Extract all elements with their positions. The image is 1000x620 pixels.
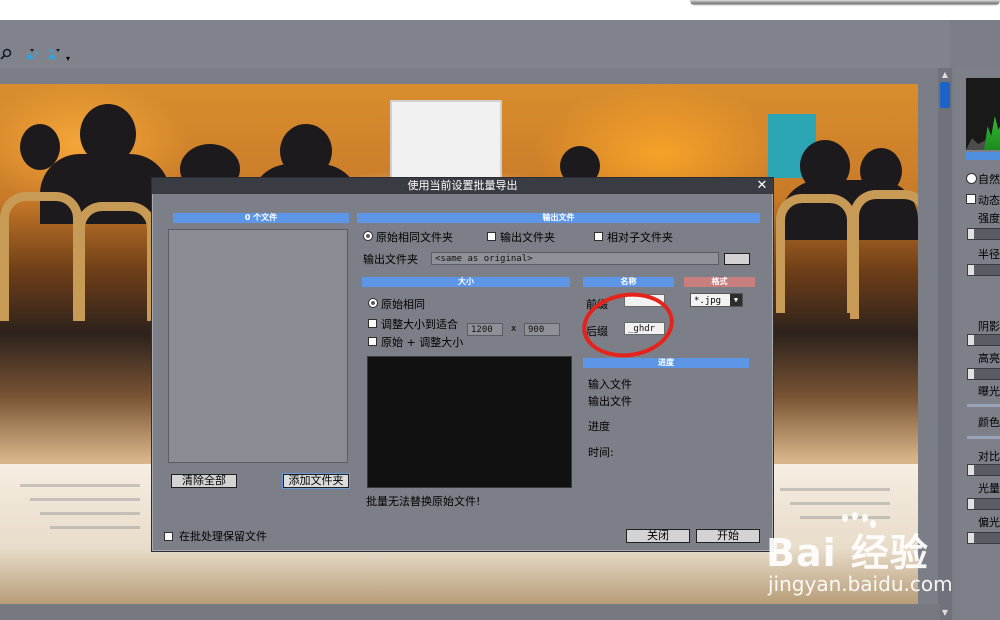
contrast-label: 对比 bbox=[978, 450, 1000, 463]
toolbar: ▾ bbox=[0, 20, 950, 68]
start-button[interactable]: 开始 bbox=[696, 529, 760, 543]
width-input[interactable]: 1200 bbox=[467, 323, 503, 336]
top-decoration bbox=[690, 0, 1000, 6]
file-list[interactable] bbox=[168, 229, 348, 463]
radius-slider[interactable] bbox=[967, 264, 1000, 276]
keep-files-checkbox[interactable] bbox=[164, 532, 173, 541]
output-folder-label: 输出文件夹 bbox=[363, 253, 418, 266]
output-file-label: 输出文件 bbox=[588, 395, 632, 408]
output-same-folder-radio[interactable] bbox=[363, 231, 373, 241]
scroll-up-icon[interactable]: ▲ bbox=[940, 70, 950, 80]
horizontal-scrollbar[interactable] bbox=[0, 604, 940, 620]
shadow-label: 阴影 bbox=[978, 320, 1000, 333]
size-x-label: x bbox=[511, 324, 517, 334]
output-same-folder-label: 原始相同文件夹 bbox=[376, 231, 453, 244]
relative-subfolder-checkbox[interactable] bbox=[594, 232, 603, 241]
toolbar-more-icon[interactable]: ▾ bbox=[66, 54, 74, 63]
relative-subfolder-label: 相对子文件夹 bbox=[607, 231, 673, 244]
light-slider[interactable] bbox=[967, 498, 1000, 510]
photo-projector-screen bbox=[390, 100, 502, 180]
fit-icon[interactable] bbox=[24, 47, 40, 61]
clear-all-button[interactable]: 清除全部 bbox=[171, 474, 237, 488]
dynamic-label: 动态 bbox=[978, 194, 1000, 207]
size-original-resize-label: 原始 + 调整大小 bbox=[381, 336, 464, 349]
keep-files-label: 在批处理保留文件 bbox=[179, 530, 267, 543]
height-input[interactable]: 900 bbox=[524, 323, 560, 336]
highlight-slider[interactable] bbox=[967, 368, 1000, 380]
close-icon[interactable]: ✕ bbox=[755, 178, 769, 194]
contrast-slider[interactable] bbox=[967, 464, 1000, 476]
color-label: 颜色 bbox=[978, 416, 1000, 429]
size-fit-checkbox[interactable] bbox=[368, 319, 377, 328]
batch-export-dialog: 使用当前设置批量导出 ✕ 0 个文件 清除全部 添加文件夹 输出文件 原始相同文… bbox=[151, 177, 774, 552]
add-folder-button[interactable]: 添加文件夹 bbox=[282, 473, 350, 489]
progress-header: 进度 bbox=[583, 358, 749, 368]
watermark-logo: Bai 经验 bbox=[766, 531, 929, 575]
output-folder-option-label: 输出文件夹 bbox=[500, 231, 555, 244]
file-list-header: 0 个文件 bbox=[173, 213, 349, 223]
format-value: *.jpg bbox=[694, 296, 722, 306]
dialog-titlebar: 使用当前设置批量导出 ✕ bbox=[152, 178, 773, 194]
natural-label: 自然 bbox=[978, 173, 1000, 186]
histogram bbox=[966, 78, 1000, 150]
light-label: 光量 bbox=[978, 482, 1000, 495]
format-header: 格式 bbox=[684, 277, 755, 287]
watermark-url: jingyan.baidu.com bbox=[768, 572, 953, 596]
output-folder-checkbox[interactable] bbox=[487, 232, 496, 241]
chevron-down-icon[interactable]: ▼ bbox=[730, 294, 742, 306]
exposure-label: 曝光 bbox=[978, 385, 1000, 398]
naming-header: 名称 bbox=[583, 277, 674, 287]
strength-slider[interactable] bbox=[967, 228, 1000, 240]
browse-button[interactable] bbox=[724, 253, 750, 265]
size-original-resize-checkbox[interactable] bbox=[368, 337, 377, 346]
scrollbar-thumb[interactable] bbox=[940, 82, 950, 108]
size-original-radio[interactable] bbox=[368, 298, 378, 308]
warning-text: 批量无法替换原始文件! bbox=[366, 495, 481, 508]
preview-area bbox=[367, 356, 572, 488]
radius-label: 半径 bbox=[978, 248, 1000, 261]
natural-radio[interactable] bbox=[966, 173, 977, 184]
highlight-label: 高亮 bbox=[978, 352, 1000, 365]
progress-label: 进度 bbox=[588, 420, 610, 433]
size-header: 大小 bbox=[362, 277, 570, 287]
histogram-bar bbox=[966, 152, 1000, 160]
zoom-icon[interactable] bbox=[0, 47, 14, 61]
dialog-title: 使用当前设置批量导出 bbox=[407, 179, 518, 192]
baidu-watermark: Bai 经验 jingyan.baidu.com bbox=[766, 512, 1000, 602]
color-line bbox=[967, 436, 1000, 439]
format-select[interactable]: *.jpg ▼ bbox=[690, 293, 743, 307]
fit-alt-icon[interactable] bbox=[46, 47, 62, 61]
size-original-label: 原始相同 bbox=[381, 298, 425, 311]
output-header: 输出文件 bbox=[357, 213, 760, 223]
exposure-line bbox=[967, 404, 1000, 407]
close-button[interactable]: 关闭 bbox=[626, 529, 690, 543]
strength-label: 强度 bbox=[978, 212, 1000, 225]
input-file-label: 输入文件 bbox=[588, 378, 632, 391]
time-label: 时间: bbox=[588, 446, 614, 459]
dynamic-checkbox[interactable] bbox=[966, 194, 976, 204]
size-fit-label: 调整大小到适合 bbox=[381, 318, 458, 331]
shadow-slider[interactable] bbox=[967, 334, 1000, 346]
output-folder-input[interactable]: <same as original> bbox=[431, 252, 719, 265]
scroll-down-icon[interactable]: ▼ bbox=[940, 608, 950, 618]
